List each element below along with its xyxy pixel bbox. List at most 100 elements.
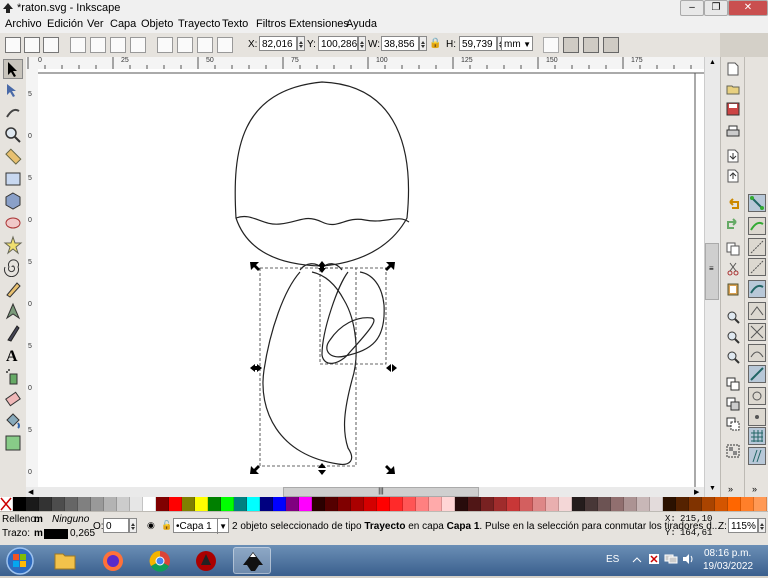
- export-icon[interactable]: [726, 169, 740, 183]
- menu-capa[interactable]: Capa: [110, 18, 136, 30]
- color-swatch[interactable]: [442, 497, 455, 511]
- color-swatch[interactable]: [65, 497, 78, 511]
- color-swatch[interactable]: [429, 497, 442, 511]
- network-icon[interactable]: [664, 553, 678, 565]
- color-swatch[interactable]: [286, 497, 299, 511]
- mouse-head-path[interactable]: [234, 81, 410, 267]
- open-icon[interactable]: [726, 82, 740, 96]
- w-input[interactable]: 38,856: [381, 36, 419, 51]
- spiral-tool[interactable]: [3, 257, 23, 278]
- text-tool[interactable]: A: [3, 345, 23, 365]
- move-patterns-icon[interactable]: [603, 37, 619, 53]
- color-swatch[interactable]: [689, 497, 702, 511]
- color-swatch[interactable]: [403, 497, 416, 511]
- minimize-button[interactable]: –: [680, 0, 704, 16]
- color-swatch[interactable]: [26, 497, 39, 511]
- clock-time[interactable]: 08:16 p.m.: [704, 548, 751, 559]
- duplicate-icon[interactable]: [726, 377, 740, 391]
- color-swatch[interactable]: [169, 497, 182, 511]
- color-swatch[interactable]: [182, 497, 195, 511]
- color-swatch[interactable]: [78, 497, 91, 511]
- zoom-drawing-icon[interactable]: [726, 330, 740, 344]
- stroke-width[interactable]: 0,265: [70, 528, 95, 539]
- clock-date[interactable]: 19/03/2022: [703, 561, 753, 572]
- ellipse-tool[interactable]: [3, 213, 23, 233]
- color-swatch[interactable]: [351, 497, 364, 511]
- chrome-taskbar-button[interactable]: [141, 547, 179, 574]
- color-swatch[interactable]: [676, 497, 689, 511]
- color-swatch[interactable]: [221, 497, 234, 511]
- color-swatch[interactable]: [637, 497, 650, 511]
- volume-icon[interactable]: [682, 553, 694, 565]
- flip-horizontal-icon[interactable]: [110, 37, 126, 53]
- opacity-spinner[interactable]: [129, 518, 137, 533]
- color-swatch[interactable]: [611, 497, 624, 511]
- scroll-up-icon[interactable]: ▲: [709, 59, 716, 66]
- snap-grid-button[interactable]: [748, 427, 766, 445]
- rotate-ccw-icon[interactable]: [70, 37, 86, 53]
- menu-filtros[interactable]: Filtros: [256, 18, 286, 30]
- copy-icon[interactable]: [726, 242, 740, 256]
- menu-ver[interactable]: Ver: [87, 18, 104, 30]
- snap-bbox-edges-button[interactable]: [748, 238, 766, 256]
- lower-icon[interactable]: [197, 37, 213, 53]
- clone-icon[interactable]: [726, 397, 740, 411]
- mouse-face-wave-path[interactable]: [235, 216, 410, 226]
- scroll-down-icon[interactable]: ▼: [709, 485, 716, 492]
- raise-to-top-icon[interactable]: [157, 37, 173, 53]
- color-swatch[interactable]: [663, 497, 676, 511]
- color-swatch[interactable]: [364, 497, 377, 511]
- maximize-button[interactable]: ❐: [704, 0, 728, 16]
- color-swatch[interactable]: [650, 497, 663, 511]
- select-all-layers-icon[interactable]: [24, 37, 40, 53]
- action-center-icon[interactable]: [648, 553, 660, 565]
- menu-edicion[interactable]: Edición: [47, 18, 83, 30]
- no-paint-swatch[interactable]: [0, 497, 13, 511]
- paste-icon[interactable]: [726, 282, 740, 296]
- redo-icon[interactable]: [726, 217, 740, 231]
- color-swatch[interactable]: [390, 497, 403, 511]
- tray-arrow-icon[interactable]: [632, 555, 642, 565]
- lock-icon[interactable]: 🔒: [429, 38, 441, 49]
- scale-stroke-icon[interactable]: [543, 37, 559, 53]
- menu-trayecto[interactable]: Trayecto: [178, 18, 220, 30]
- snap-centers-button[interactable]: [748, 387, 766, 405]
- selection-handles[interactable]: [250, 261, 397, 475]
- color-swatch[interactable]: [208, 497, 221, 511]
- w-spinner[interactable]: [419, 36, 427, 51]
- measure-tool[interactable]: [3, 147, 23, 167]
- scroll-left-icon[interactable]: ◀: [28, 488, 33, 496]
- scale-corners-icon[interactable]: [563, 37, 579, 53]
- eraser-tool[interactable]: [3, 389, 23, 409]
- horizontal-scroll-thumb[interactable]: |||: [283, 487, 479, 497]
- explorer-taskbar-button[interactable]: [46, 547, 84, 574]
- import-icon[interactable]: [726, 149, 740, 163]
- flip-vertical-icon[interactable]: [130, 37, 146, 53]
- snap-toggle-button[interactable]: [748, 194, 766, 212]
- color-swatch[interactable]: [455, 497, 468, 511]
- more-commands-icon[interactable]: »: [726, 482, 740, 496]
- color-swatch[interactable]: [338, 497, 351, 511]
- zoom-page-icon[interactable]: [726, 350, 740, 364]
- snap-midpoints-button[interactable]: [748, 365, 766, 383]
- color-swatch[interactable]: [754, 497, 767, 511]
- drawing-canvas[interactable]: [38, 69, 704, 487]
- eye-icon[interactable]: ◉: [147, 520, 155, 531]
- snap-smooth-nodes-button[interactable]: [748, 344, 766, 362]
- menu-objeto[interactable]: Objeto: [141, 18, 173, 30]
- print-icon[interactable]: [726, 125, 740, 139]
- x-spinner[interactable]: [297, 36, 305, 51]
- more-snap-icon[interactable]: »: [750, 482, 764, 496]
- vertical-scroll-thumb[interactable]: ≡: [705, 243, 719, 300]
- pen-tool[interactable]: [3, 301, 23, 321]
- color-swatch[interactable]: [247, 497, 260, 511]
- close-button[interactable]: ✕: [728, 0, 768, 16]
- color-swatch[interactable]: [143, 497, 156, 511]
- 3d-box-tool[interactable]: [3, 191, 23, 211]
- cut-icon[interactable]: [726, 262, 740, 276]
- y-input[interactable]: 100,286: [318, 36, 358, 51]
- pencil-tool[interactable]: [3, 279, 23, 299]
- snap-guides-button[interactable]: [748, 447, 766, 465]
- star-tool[interactable]: [3, 235, 23, 255]
- menu-archivo[interactable]: Archivo: [5, 18, 42, 30]
